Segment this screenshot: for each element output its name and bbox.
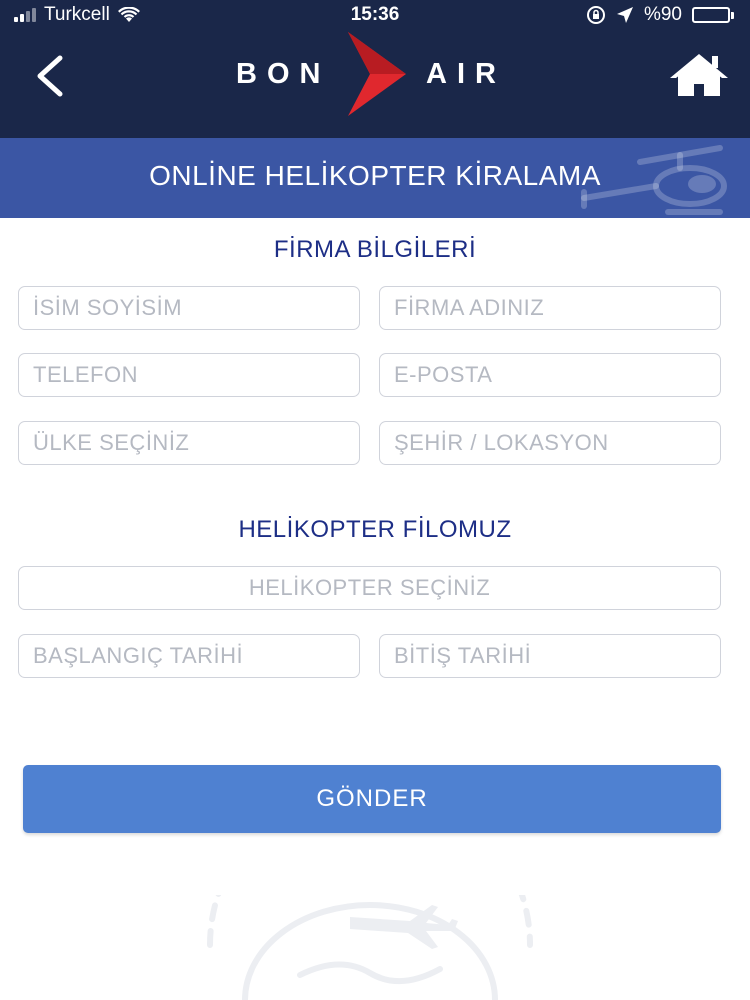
logo-text-bon: BON: [236, 58, 331, 90]
logo-arrow-icon: [348, 32, 406, 116]
name-input[interactable]: [18, 286, 360, 330]
email-input[interactable]: [379, 353, 721, 397]
end-date-input[interactable]: [379, 634, 721, 678]
globe-plane-watermark-icon: [207, 895, 533, 1000]
chevron-left-icon: [37, 55, 63, 97]
page-banner: ONLİNE HELİKOPTER KİRALAMA: [0, 138, 750, 218]
phone-input[interactable]: [18, 353, 360, 397]
company-section-title: FİRMA BİLGİLERİ: [273, 236, 477, 263]
location-arrow-icon: [616, 7, 633, 23]
logo-text-air: AIR: [426, 58, 506, 90]
page-title: ONLİNE HELİKOPTER KİRALAMA: [149, 160, 601, 191]
home-button[interactable]: [668, 52, 730, 98]
battery-percent: %90: [643, 4, 682, 25]
app-header: Turkcell 15:36 %90 BON AIR: [0, 0, 750, 138]
status-bar: Turkcell 15:36 %90: [0, 0, 750, 32]
status-right: %90: [586, 4, 734, 26]
country-select[interactable]: [18, 421, 360, 465]
fleet-section-title: HELİKOPTER FİLOMUZ: [238, 516, 512, 543]
company-name-input[interactable]: [379, 286, 721, 330]
start-date-input[interactable]: [18, 634, 360, 678]
battery-icon: [692, 7, 734, 23]
city-location-input[interactable]: [379, 421, 721, 465]
back-button[interactable]: [30, 52, 70, 100]
bonair-logo: BON AIR: [230, 32, 520, 116]
submit-button[interactable]: GÖNDER: [23, 765, 721, 833]
home-icon: [670, 54, 728, 96]
helicopter-select[interactable]: [18, 566, 721, 610]
rotation-lock-icon: [586, 6, 605, 24]
